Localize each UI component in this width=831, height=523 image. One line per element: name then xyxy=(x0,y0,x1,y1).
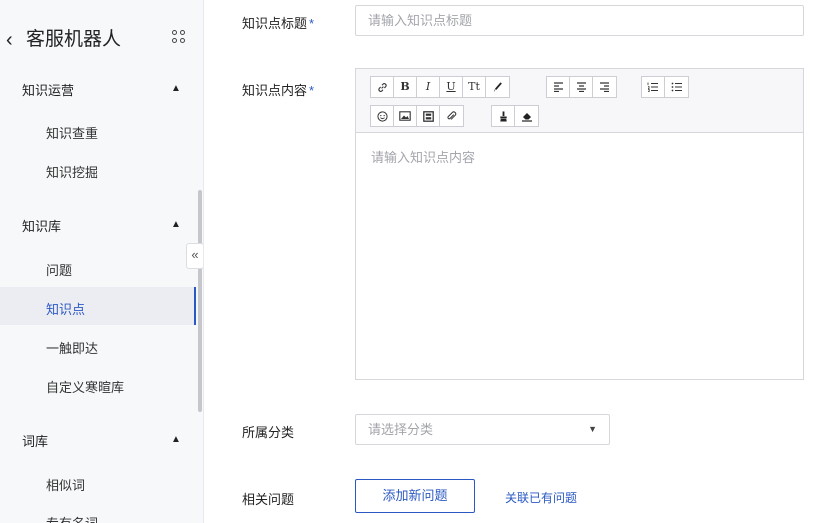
rich-text-editor[interactable]: B I U Tt 请输入知识点内容 xyxy=(355,68,804,380)
chevron-up-icon[interactable]: ▲ xyxy=(171,434,181,445)
chevron-up-icon[interactable]: ▲ xyxy=(171,219,181,230)
category-select-value: 请选择分类 xyxy=(368,422,434,437)
add-new-question-button[interactable]: 添加新问题 xyxy=(355,479,475,513)
editor-toolbar: B I U Tt xyxy=(356,69,803,133)
sidebar-item-questions[interactable]: 问题 xyxy=(46,260,72,279)
sidebar-item-knowledge-points[interactable]: 知识点 xyxy=(46,299,85,318)
italic-icon[interactable]: I xyxy=(417,77,440,97)
attachment-icon[interactable] xyxy=(440,106,463,126)
sidebar-item-greetings[interactable]: 自定义寒暄库 xyxy=(46,377,124,396)
sidebar-item-one-touch[interactable]: 一触即达 xyxy=(46,338,98,357)
active-item-indicator xyxy=(194,287,196,325)
align-center-icon[interactable] xyxy=(570,77,593,97)
ordered-list-icon[interactable] xyxy=(642,77,665,97)
sidebar-item-mining[interactable]: 知识挖掘 xyxy=(46,162,98,181)
link-icon[interactable] xyxy=(371,77,394,97)
category-select[interactable]: 请选择分类 ▼ xyxy=(355,414,610,445)
toolbar-group-format xyxy=(491,105,539,127)
sidebar-section-knowledge-base[interactable]: 知识库 xyxy=(22,216,61,235)
sidebar: ‹ 客服机器人 知识运营 ▲ 知识查重 知识挖掘 知识库 ▲ 问题 知识点 一触… xyxy=(0,0,204,523)
underline-icon[interactable]: U xyxy=(440,77,463,97)
back-icon[interactable]: ‹ xyxy=(6,24,24,56)
eraser-icon[interactable] xyxy=(515,106,538,126)
chevron-down-icon[interactable]: ▼ xyxy=(588,415,597,444)
sidebar-section-lexicon[interactable]: 词库 xyxy=(22,431,48,450)
content-placeholder: 请输入知识点内容 xyxy=(371,150,476,165)
toolbar-group-align xyxy=(546,76,617,98)
chevron-up-icon[interactable]: ▲ xyxy=(171,83,181,94)
bold-icon[interactable]: B xyxy=(394,77,417,97)
unordered-list-icon[interactable] xyxy=(665,77,688,97)
content-label: 知识点内容 * xyxy=(242,83,315,98)
title-input[interactable]: 请输入知识点标题 xyxy=(355,5,804,36)
video-icon[interactable] xyxy=(417,106,440,126)
collapse-sidebar-button[interactable]: « xyxy=(186,243,203,269)
brush-icon[interactable] xyxy=(486,77,509,97)
image-icon[interactable] xyxy=(394,106,417,126)
toolbar-group-text: B I U Tt xyxy=(370,76,510,98)
align-right-icon[interactable] xyxy=(593,77,616,97)
active-item-highlight xyxy=(0,287,196,325)
emoji-icon[interactable] xyxy=(371,106,394,126)
title-label: 知识点标题 * xyxy=(242,16,315,31)
sidebar-item-dedup[interactable]: 知识查重 xyxy=(46,123,98,142)
link-existing-question[interactable]: 关联已有问题 xyxy=(505,489,577,506)
apps-icon[interactable] xyxy=(172,30,190,48)
sidebar-item-proper-nouns[interactable]: 专有名词 xyxy=(46,513,98,523)
font-size-icon[interactable]: Tt xyxy=(463,77,486,97)
sidebar-header: ‹ 客服机器人 xyxy=(0,24,203,56)
category-label: 所属分类 xyxy=(242,425,295,440)
toolbar-group-lists xyxy=(641,76,689,98)
toolbar-group-media xyxy=(370,105,464,127)
related-questions-label: 相关问题 xyxy=(242,492,295,507)
sidebar-scrollbar[interactable] xyxy=(198,190,202,412)
sidebar-section-knowledge-ops[interactable]: 知识运营 xyxy=(22,80,74,99)
format-painter-icon[interactable] xyxy=(492,106,515,126)
align-left-icon[interactable] xyxy=(547,77,570,97)
sidebar-item-synonyms[interactable]: 相似词 xyxy=(46,475,85,494)
app-title: 客服机器人 xyxy=(26,29,122,50)
